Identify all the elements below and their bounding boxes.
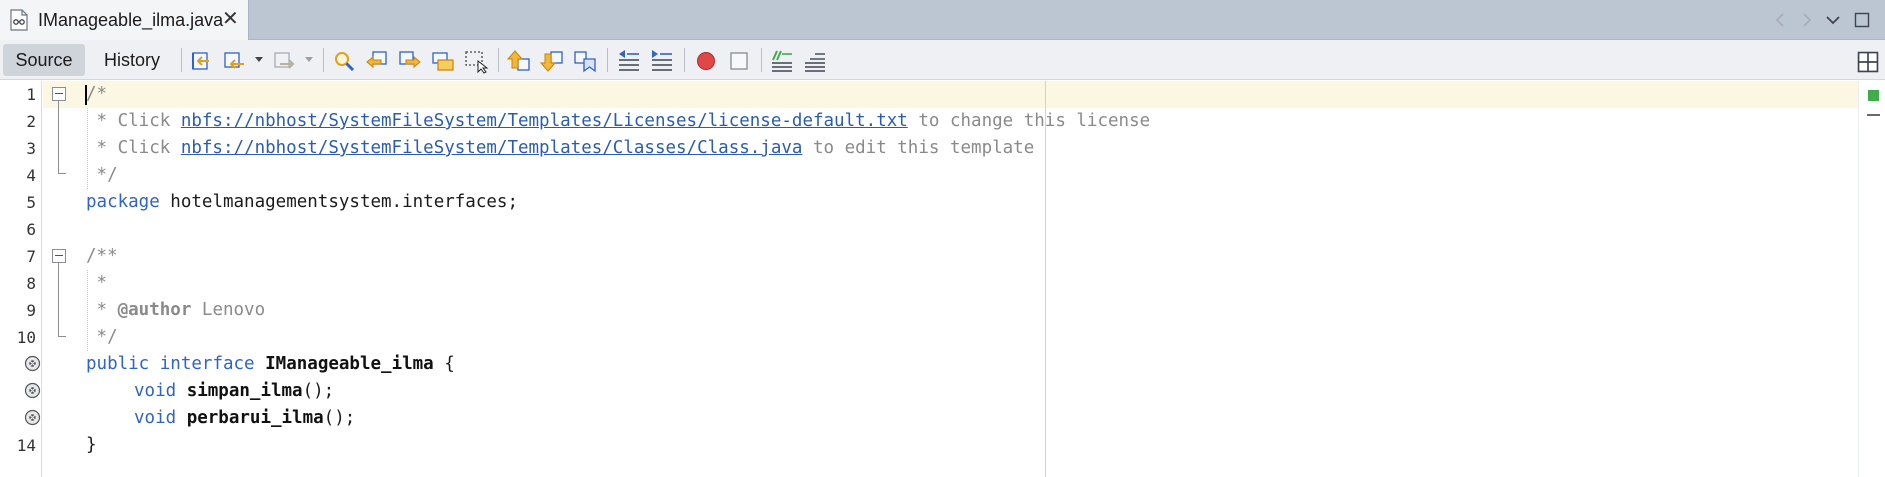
editor-toolbar: Source History xyxy=(0,40,1885,80)
toggle-highlight-icon[interactable] xyxy=(430,48,456,74)
line-number: 10 xyxy=(16,328,36,347)
code-line-10: */ xyxy=(86,327,118,347)
fold-end xyxy=(58,336,66,337)
line-number: 6 xyxy=(26,220,36,239)
code-line-3: * Click nbfs://nbhost/SystemFileSystem/T… xyxy=(86,135,1035,162)
find-selection-icon[interactable] xyxy=(331,48,357,74)
keyword: package xyxy=(86,192,160,212)
implement-marker-icon[interactable] xyxy=(24,382,41,399)
keyword: void xyxy=(134,408,177,428)
back-dropdown-icon[interactable] xyxy=(255,57,263,62)
keyword: interface xyxy=(159,354,255,374)
line-number: 1 xyxy=(26,85,36,104)
brace: { xyxy=(433,354,455,374)
line-number: 7 xyxy=(26,247,36,266)
code-line-14: } xyxy=(86,435,97,455)
toolbar-separator xyxy=(498,48,499,72)
line-number-gutter[interactable]: 1 2 3 4 5 6 7 8 9 10 14 xyxy=(0,81,42,477)
code-line-2: * Click nbfs://nbhost/SystemFileSystem/T… xyxy=(86,108,1151,135)
stop-macro-recording-icon[interactable] xyxy=(726,48,752,74)
editor-tab-strip: IManageable_ilma.java ✕ xyxy=(0,0,1885,40)
forward-icon[interactable] xyxy=(272,48,298,74)
code-line-9: * @author Lenovo xyxy=(86,297,266,324)
code-line-13: void perbarui_ilma(); xyxy=(134,405,355,432)
package-name: hotelmanagementsystem.interfaces; xyxy=(159,192,518,212)
code-line-8: * xyxy=(86,273,108,293)
error-stripe[interactable] xyxy=(1858,81,1885,477)
scroll-left-icon[interactable] xyxy=(1770,9,1792,31)
maximize-window-icon[interactable] xyxy=(1851,9,1873,31)
toggle-rect-selection-icon[interactable] xyxy=(463,48,489,74)
comment-text: * xyxy=(86,300,118,320)
show-opened-documents-icon[interactable] xyxy=(1822,9,1844,31)
last-edit-icon[interactable] xyxy=(189,48,215,74)
current-line-highlight xyxy=(43,81,1858,108)
toolbar-separator xyxy=(323,48,324,72)
comment-text: to edit this template xyxy=(802,138,1035,158)
javadoc-tag: @author xyxy=(117,300,192,320)
comment-text: Lenovo xyxy=(191,300,266,320)
source-button[interactable]: Source xyxy=(3,44,85,76)
line-number: 8 xyxy=(26,274,36,293)
method-parens: (); xyxy=(323,408,356,428)
line-number: 3 xyxy=(26,139,36,158)
line-number: 5 xyxy=(26,193,36,212)
right-margin-guide xyxy=(1045,81,1046,477)
code-line-12: void simpan_ilma(); xyxy=(134,378,334,405)
line-number: 14 xyxy=(16,436,36,455)
code-editor[interactable]: 1 2 3 4 5 6 7 8 9 10 14 /* * Click nbfs:… xyxy=(0,81,1885,477)
tab-imanageable-ilma[interactable]: IManageable_ilma.java ✕ xyxy=(0,0,249,40)
interface-name: IManageable_ilma xyxy=(265,354,434,374)
fold-guide xyxy=(58,263,59,336)
next-bookmark-icon[interactable] xyxy=(539,48,565,74)
history-button[interactable]: History xyxy=(90,44,174,76)
implement-marker-icon[interactable] xyxy=(24,409,41,426)
line-number: 4 xyxy=(26,166,36,185)
code-line-11: public interface IManageable_ilma { xyxy=(86,351,455,378)
java-file-icon xyxy=(9,9,29,31)
comment-text: * Click xyxy=(86,111,181,131)
start-macro-recording-icon[interactable] xyxy=(693,48,719,74)
forward-dropdown-icon[interactable] xyxy=(305,57,313,62)
license-template-link[interactable]: nbfs://nbhost/SystemFileSystem/Templates… xyxy=(181,111,908,131)
comment-icon[interactable] xyxy=(769,48,795,74)
toggle-bookmark-icon[interactable] xyxy=(572,48,598,74)
fold-guide xyxy=(58,101,59,173)
implement-marker-icon[interactable] xyxy=(24,355,41,372)
tab-label: IManageable_ilma.java xyxy=(38,10,224,30)
toolbar-separator xyxy=(761,48,762,72)
code-line-4: */ xyxy=(86,165,118,185)
previous-bookmark-icon[interactable] xyxy=(506,48,532,74)
comment-text: * Click xyxy=(86,138,181,158)
caret-position-marker xyxy=(1867,114,1880,116)
fold-icon[interactable] xyxy=(52,87,66,101)
code-line-7: /** xyxy=(86,246,118,266)
toolbar-separator xyxy=(607,48,608,72)
line-number: 9 xyxy=(26,301,36,320)
split-editor-icon[interactable] xyxy=(1855,49,1879,73)
method-parens: (); xyxy=(302,381,335,401)
no-errors-status-icon[interactable] xyxy=(1868,90,1879,101)
toolbar-separator xyxy=(684,48,685,72)
keyword: public xyxy=(86,354,150,374)
find-previous-icon[interactable] xyxy=(364,48,390,74)
fold-icon[interactable] xyxy=(52,249,66,263)
shift-left-icon[interactable] xyxy=(616,48,642,74)
line-number: 2 xyxy=(26,112,36,131)
class-template-link[interactable]: nbfs://nbhost/SystemFileSystem/Templates… xyxy=(181,138,803,158)
keyword: void xyxy=(134,381,177,401)
code-line-5: package hotelmanagementsystem.interfaces… xyxy=(86,189,518,216)
toolbar-separator xyxy=(181,48,182,72)
back-icon[interactable] xyxy=(222,48,248,74)
comment-text: to change this license xyxy=(907,111,1151,131)
shift-right-icon[interactable] xyxy=(649,48,675,74)
code-line-1: /* xyxy=(86,84,108,104)
uncomment-icon[interactable] xyxy=(802,48,828,74)
method-name: perbarui_ilma xyxy=(186,408,324,428)
method-name: simpan_ilma xyxy=(186,381,303,401)
close-icon[interactable]: ✕ xyxy=(222,8,239,30)
scroll-right-icon[interactable] xyxy=(1795,9,1817,31)
find-next-icon[interactable] xyxy=(397,48,423,74)
fold-end xyxy=(58,173,66,174)
